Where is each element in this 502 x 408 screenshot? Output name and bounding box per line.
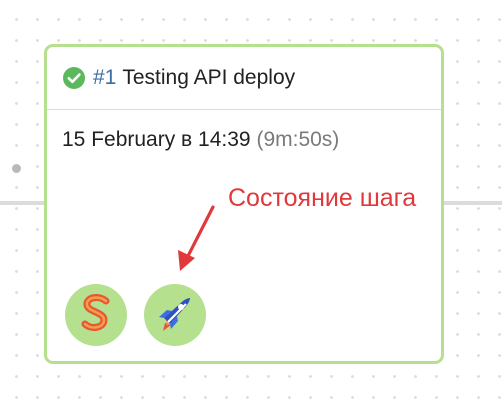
sentry-step-button[interactable]: [65, 284, 127, 346]
annotation-arrow: [178, 205, 215, 271]
run-title[interactable]: Testing API deploy: [122, 66, 295, 90]
run-datetime: 15 February в 14:39: [62, 128, 251, 151]
card-header: #1 Testing API deploy: [47, 47, 441, 110]
steps-row: [65, 284, 206, 346]
run-number-link[interactable]: #1: [93, 66, 116, 90]
annotation-label: Состояние шага: [228, 184, 417, 212]
rocket-icon: [155, 293, 195, 338]
s-logo-icon: [79, 293, 113, 338]
rail-dot: [12, 164, 21, 173]
check-circle-icon: [63, 67, 85, 89]
card-body: 15 February в 14:39 (9m:50s): [47, 110, 441, 152]
deploy-step-button[interactable]: [144, 284, 206, 346]
run-duration: (9m:50s): [256, 128, 340, 151]
